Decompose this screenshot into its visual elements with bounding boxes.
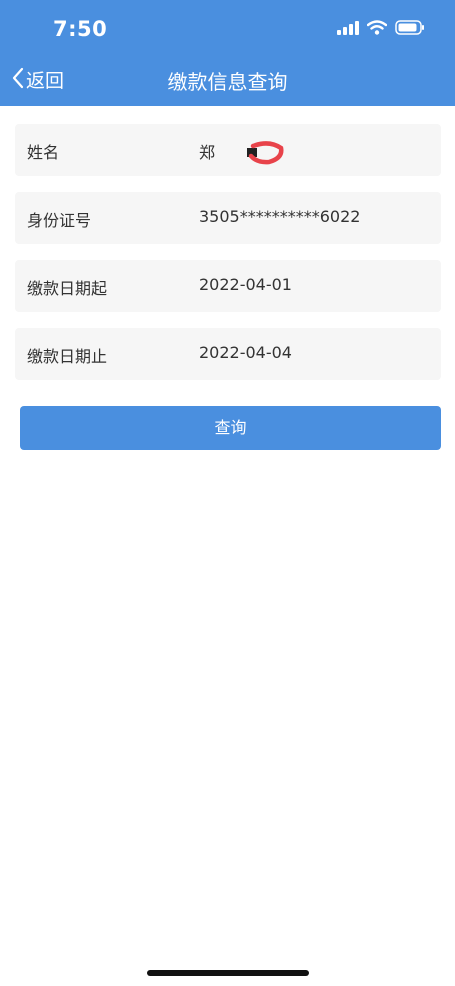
- redaction-mark: [233, 138, 285, 170]
- home-indicator[interactable]: [147, 970, 309, 976]
- name-row: 姓名 郑: [15, 124, 441, 176]
- end-date-row: 缴款日期止 2022-04-04: [15, 328, 441, 380]
- id-number-label: 身份证号: [27, 211, 92, 230]
- status-time: 7:50: [53, 17, 108, 41]
- id-number-field[interactable]: 3505**********6022: [199, 207, 429, 226]
- query-button[interactable]: 查询: [20, 406, 441, 450]
- signal-icon: [337, 20, 359, 39]
- query-form: 姓名 郑 身份证号 3505**********6022 缴款日期起 2022-…: [15, 124, 441, 396]
- end-date-field[interactable]: 2022-04-04: [199, 343, 429, 362]
- start-date-row: 缴款日期起 2022-04-01: [15, 260, 441, 312]
- status-icons: [337, 20, 425, 39]
- battery-icon: [395, 20, 425, 39]
- app-header: 7:50 返回 缴款信息查询: [0, 0, 455, 106]
- name-label: 姓名: [27, 143, 60, 162]
- start-date-label: 缴款日期起: [27, 279, 108, 298]
- wifi-icon: [366, 20, 388, 39]
- phone-screen: 7:50 返回 缴款信息查询 姓名 郑 身份证号 3505**********6…: [0, 0, 455, 986]
- page-title: 缴款信息查询: [167, 70, 288, 94]
- end-date-label: 缴款日期止: [27, 347, 108, 366]
- start-date-field[interactable]: 2022-04-01: [199, 275, 429, 294]
- id-number-row: 身份证号 3505**********6022: [15, 192, 441, 244]
